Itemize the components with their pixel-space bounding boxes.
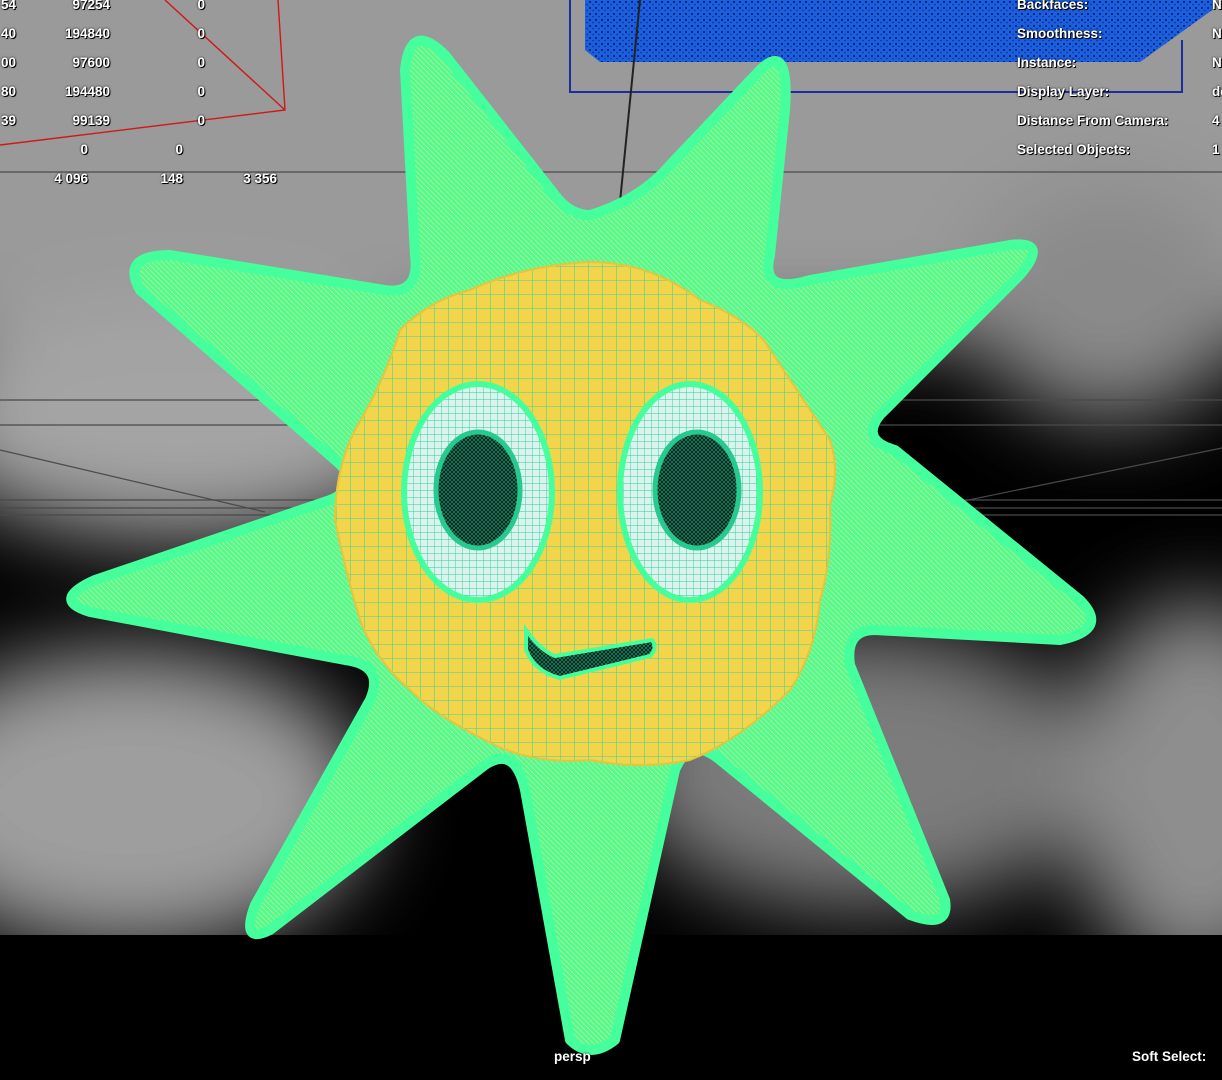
right-eye-mesh [617, 381, 763, 603]
soft-select-label: Soft Select: [1132, 1049, 1207, 1064]
backfaces-label: Backfaces: [1017, 0, 1089, 12]
display-layer-value: de [1212, 84, 1222, 99]
poly-count-cell: 0 [197, 113, 205, 128]
poly-count-cell: 0 [197, 26, 205, 41]
backfaces-value: N [1212, 0, 1222, 12]
distance-from-camera-label: Distance From Camera: [1017, 113, 1169, 128]
instance-label: Instance: [1017, 55, 1077, 70]
selection-count-cell: 3 356 [243, 171, 277, 186]
poly-count-cell: 194840 [64, 26, 110, 41]
camera-name-label: persp [554, 1049, 591, 1064]
poly-count-cell: 39 [0, 113, 16, 128]
smoothness-label: Smoothness: [1017, 26, 1103, 41]
poly-count-cell: 97600 [72, 55, 110, 70]
poly-count-cell: 97254 [72, 0, 110, 12]
poly-count-cell: 0 [197, 55, 205, 70]
poly-count-cell: 0 [175, 142, 183, 157]
poly-count-cell: 00 [0, 55, 16, 70]
selection-count-cell: 4 096 [54, 171, 88, 186]
distance-from-camera-value: 4 [1212, 113, 1220, 128]
poly-count-cell: 194480 [64, 84, 110, 99]
smoothness-value: N [1212, 26, 1222, 41]
display-layer-label: Display Layer: [1017, 84, 1110, 99]
poly-count-cell: 0 [197, 0, 205, 12]
left-eye-mesh [401, 381, 555, 603]
maya-perspective-viewport[interactable]: 54 97254 0 40 194840 0 00 97600 0 80 194… [0, 0, 1222, 1080]
poly-count-cell: 0 [197, 84, 205, 99]
poly-count-cell: 80 [0, 84, 16, 99]
selected-objects-label: Selected Objects: [1017, 142, 1131, 157]
selected-objects-value: 1 [1212, 142, 1220, 157]
poly-count-cell: 99139 [72, 113, 110, 128]
poly-count-cell: 54 [0, 0, 16, 12]
selection-count-cell: 148 [160, 171, 183, 186]
poly-count-cell: 0 [80, 142, 88, 157]
poly-count-cell: 40 [0, 26, 16, 41]
instance-value: N [1212, 55, 1222, 70]
viewport-scene[interactable] [0, 0, 1222, 1080]
